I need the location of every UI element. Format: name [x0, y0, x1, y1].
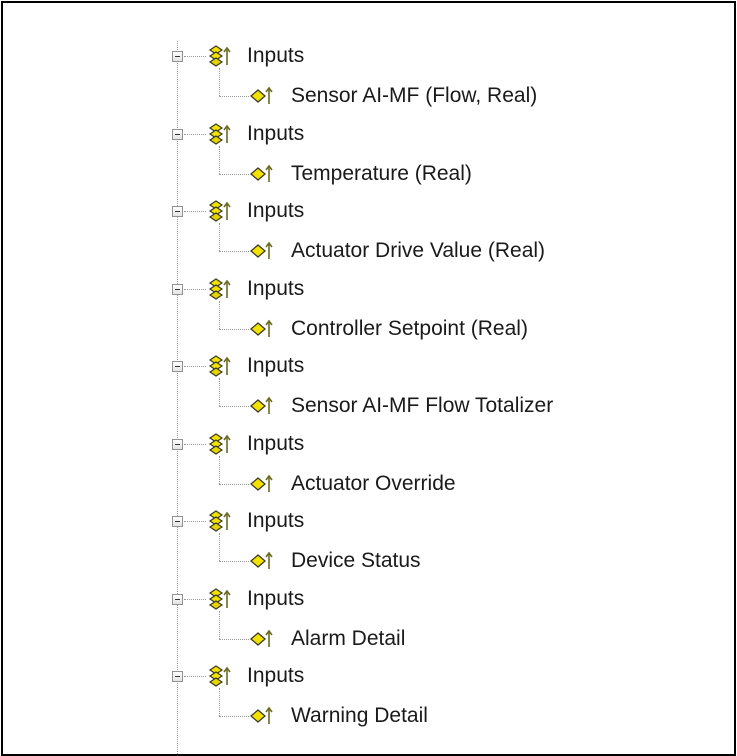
- tree-connector: [219, 174, 249, 175]
- tree-item-label[interactable]: Device Status: [291, 549, 421, 573]
- tree-connector: [219, 146, 220, 174]
- tree-item-label[interactable]: Controller Setpoint (Real): [291, 317, 528, 341]
- tree-item-label[interactable]: Temperature (Real): [291, 162, 472, 186]
- tree-group-label[interactable]: Inputs: [247, 509, 304, 533]
- tree-panel: Inputs Sensor AI-MF (Flow, Real) Inputs …: [1, 1, 736, 756]
- tree-root-connector: [177, 41, 178, 754]
- input-variable-icon: [250, 473, 274, 500]
- input-group-icon: [207, 198, 233, 229]
- input-group-icon: [207, 276, 233, 307]
- tree-item-label[interactable]: Actuator Drive Value (Real): [291, 239, 545, 263]
- tree-connector: [219, 378, 220, 406]
- tree-item-label[interactable]: Warning Detail: [291, 704, 428, 728]
- tree-group-label[interactable]: Inputs: [247, 664, 304, 688]
- tree-connector: [219, 639, 249, 640]
- tree-connector: [219, 561, 249, 562]
- tree-connector: [184, 366, 206, 367]
- input-group-icon: [207, 586, 233, 617]
- tree-group-label[interactable]: Inputs: [247, 44, 304, 68]
- collapse-minus-icon[interactable]: [172, 594, 183, 605]
- tree-connector: [219, 484, 249, 485]
- input-group-icon: [207, 121, 233, 152]
- input-variable-icon: [250, 550, 274, 577]
- tree-group-label[interactable]: Inputs: [247, 587, 304, 611]
- tree-connector: [219, 611, 220, 639]
- tree-connector: [219, 96, 249, 97]
- tree-connector: [219, 223, 220, 251]
- tree-group-label[interactable]: Inputs: [247, 432, 304, 456]
- collapse-minus-icon[interactable]: [172, 129, 183, 140]
- input-variable-icon: [250, 395, 274, 422]
- tree-connector: [219, 533, 220, 561]
- collapse-minus-icon[interactable]: [172, 516, 183, 527]
- input-variable-icon: [250, 85, 274, 112]
- collapse-minus-icon[interactable]: [172, 361, 183, 372]
- tree-connector: [219, 301, 220, 329]
- tree-connector: [184, 444, 206, 445]
- tree-connector: [219, 68, 220, 96]
- tree-item-label[interactable]: Actuator Override: [291, 472, 456, 496]
- input-group-icon: [207, 663, 233, 694]
- tree-connector: [184, 56, 206, 57]
- input-variable-icon: [250, 705, 274, 732]
- input-group-icon: [207, 508, 233, 539]
- collapse-minus-icon[interactable]: [172, 671, 183, 682]
- input-group-icon: [207, 431, 233, 462]
- tree-item-label[interactable]: Alarm Detail: [291, 627, 405, 651]
- input-variable-icon: [250, 163, 274, 190]
- inputs-tree: Inputs Sensor AI-MF (Flow, Real) Inputs …: [3, 3, 734, 754]
- tree-connector: [219, 716, 249, 717]
- input-group-icon: [207, 353, 233, 384]
- collapse-minus-icon[interactable]: [172, 284, 183, 295]
- tree-connector: [184, 676, 206, 677]
- tree-connector: [184, 289, 206, 290]
- tree-connector: [184, 521, 206, 522]
- tree-connector: [219, 456, 220, 484]
- tree-group-label[interactable]: Inputs: [247, 122, 304, 146]
- collapse-minus-icon[interactable]: [172, 51, 183, 62]
- input-variable-icon: [250, 318, 274, 345]
- input-group-icon: [207, 43, 233, 74]
- tree-connector: [219, 251, 249, 252]
- tree-connector: [219, 688, 220, 716]
- tree-connector: [184, 134, 206, 135]
- input-variable-icon: [250, 240, 274, 267]
- collapse-minus-icon[interactable]: [172, 439, 183, 450]
- tree-connector: [184, 211, 206, 212]
- tree-group-label[interactable]: Inputs: [247, 277, 304, 301]
- tree-group-label[interactable]: Inputs: [247, 354, 304, 378]
- tree-group-label[interactable]: Inputs: [247, 199, 304, 223]
- tree-item-label[interactable]: Sensor AI-MF Flow Totalizer: [291, 394, 553, 418]
- tree-connector: [184, 599, 206, 600]
- tree-connector: [219, 406, 249, 407]
- tree-connector: [219, 329, 249, 330]
- collapse-minus-icon[interactable]: [172, 206, 183, 217]
- input-variable-icon: [250, 628, 274, 655]
- tree-item-label[interactable]: Sensor AI-MF (Flow, Real): [291, 84, 537, 108]
